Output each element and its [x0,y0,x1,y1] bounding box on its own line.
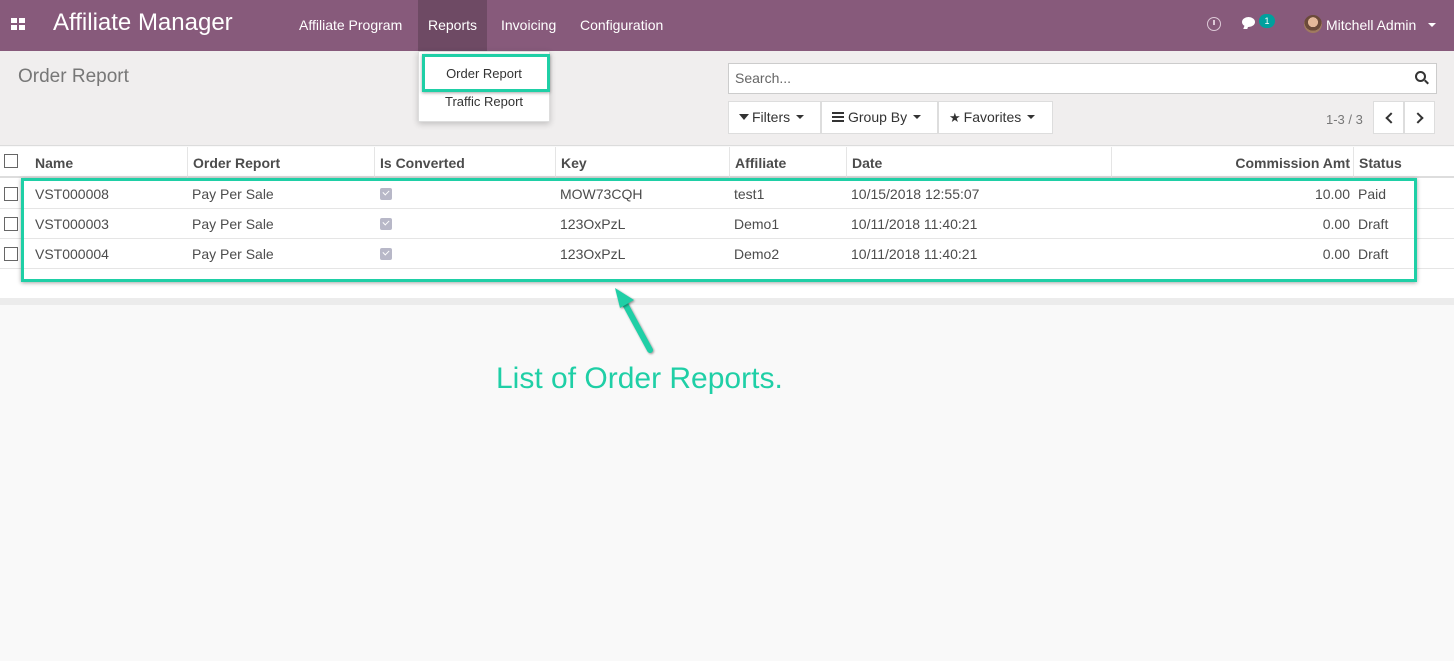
group-by-label: Group By [848,109,908,125]
list-icon [832,112,844,123]
top-navbar: Affiliate Manager Affiliate Program Repo… [0,0,1454,51]
column-header-affiliate[interactable]: Affiliate [735,155,786,171]
table-row[interactable]: VST000004 Pay Per Sale 123OxPzL Demo2 10… [0,239,1454,269]
column-header-is-converted[interactable]: Is Converted [380,155,465,171]
table-row[interactable]: VST000003 Pay Per Sale 123OxPzL Demo1 10… [0,209,1454,239]
annotation-text: List of Order Reports. [496,362,783,395]
cell-name: VST000003 [35,216,109,232]
reports-dropdown-menu: Order Report Traffic Report [418,51,550,122]
chevron-down-icon[interactable] [1428,23,1436,27]
cell-commission: 0.00 [1322,246,1350,262]
pager-previous-button[interactable] [1373,101,1404,134]
app-brand[interactable]: Affiliate Manager [53,9,233,37]
user-menu[interactable]: Mitchell Admin [1326,17,1416,33]
control-panel: Order Report Filters Group By ★Favorites… [0,51,1454,146]
chevron-right-icon [1412,112,1424,124]
chevron-down-icon [913,114,922,119]
column-header-date[interactable]: Date [852,155,882,171]
user-avatar[interactable] [1304,15,1322,33]
cell-affiliate: test1 [734,186,765,202]
favorites-label: Favorites [963,109,1022,125]
cell-order-report: Pay Per Sale [192,246,274,262]
row-checkbox[interactable] [4,247,18,261]
table-row[interactable]: VST000008 Pay Per Sale MOW73CQH test1 10… [0,179,1454,209]
chevron-left-icon [1385,112,1397,124]
page-title: Order Report [18,66,129,87]
cell-status: Draft [1358,246,1389,262]
column-header-order-report[interactable]: Order Report [193,155,280,171]
chat-badge: 1 [1259,14,1275,28]
cell-commission: 0.00 [1322,216,1350,232]
favorites-button[interactable]: ★ Favorites [938,101,1053,134]
filters-label: Filters [752,109,791,125]
chevron-down-icon [1027,114,1036,119]
row-checkbox[interactable] [4,187,18,201]
filter-icon [739,114,749,121]
cell-order-report: Pay Per Sale [192,216,274,232]
activity-clock-icon[interactable] [1207,17,1221,31]
cell-key: 123OxPzL [560,216,626,232]
cell-affiliate: Demo2 [734,246,780,262]
order-report-list: Name Order Report Is Converted Key Affil… [0,147,1454,298]
cell-affiliate: Demo1 [734,216,780,232]
cell-commission: 10.00 [1314,186,1350,202]
cell-key: 123OxPzL [560,246,626,262]
search-icon[interactable] [1415,71,1429,85]
annotation-arrow-icon [615,288,653,353]
cell-status: Draft [1358,216,1389,232]
menu-invoicing[interactable]: Invoicing [491,0,566,51]
menu-affiliate-program[interactable]: Affiliate Program [289,0,412,51]
chat-icon[interactable] [1242,17,1257,30]
menu-item-order-report[interactable]: Order Report [419,66,549,81]
cell-key: MOW73CQH [560,186,643,202]
cell-status: Paid [1358,186,1387,202]
cell-date: 10/11/2018 11:40:21 [851,246,978,262]
cell-name: VST000008 [35,186,109,202]
pager-next-button[interactable] [1404,101,1435,134]
select-all-checkbox[interactable] [4,154,18,168]
cell-name: VST000004 [35,246,109,262]
pager-value[interactable]: 1-3 / 3 [1326,112,1363,127]
chevron-down-icon [796,114,805,119]
group-by-button[interactable]: Group By [821,101,938,134]
apps-grid-icon[interactable] [11,18,25,32]
menu-configuration[interactable]: Configuration [570,0,673,51]
cell-order-report: Pay Per Sale [192,186,274,202]
search-input[interactable] [735,70,1375,86]
table-header: Name Order Report Is Converted Key Affil… [0,147,1454,178]
row-checkbox[interactable] [4,217,18,231]
cell-date: 10/11/2018 11:40:21 [851,216,978,232]
search-box[interactable] [728,63,1437,94]
column-header-key[interactable]: Key [561,155,587,171]
cell-date: 10/15/2018 12:55:07 [851,186,980,202]
column-header-commission-amt[interactable]: Commission Amt [1200,155,1350,171]
menu-item-traffic-report[interactable]: Traffic Report [419,94,549,109]
is-converted-checkbox [380,188,392,200]
menu-reports[interactable]: Reports [418,0,488,51]
is-converted-checkbox [380,218,392,230]
column-header-name[interactable]: Name [35,155,73,171]
column-header-status[interactable]: Status [1359,155,1402,171]
list-footer [0,298,1454,305]
is-converted-checkbox [380,248,392,260]
filters-button[interactable]: Filters [728,101,821,134]
star-icon: ★ [949,110,961,125]
